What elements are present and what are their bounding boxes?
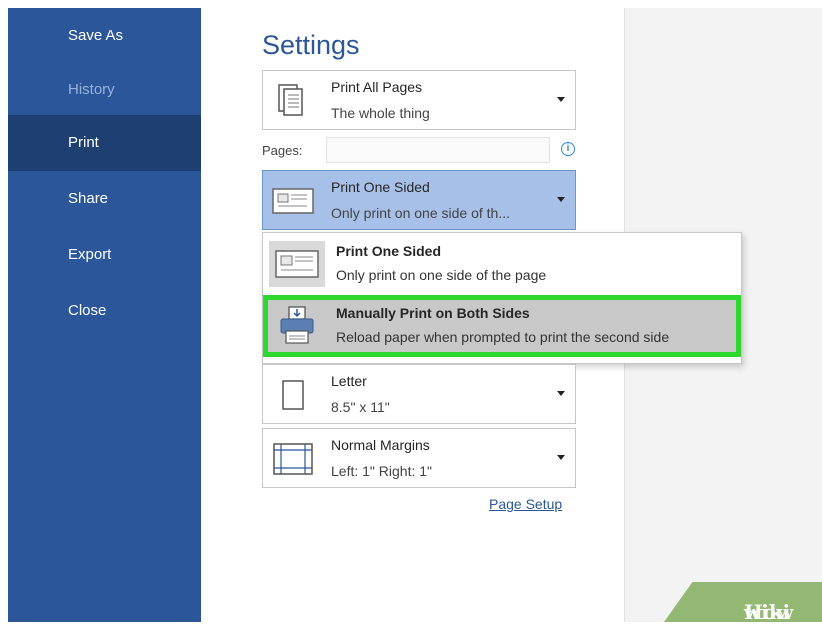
pages-label: Pages: [262, 143, 303, 158]
nav-save-as[interactable]: Save As [8, 8, 201, 64]
nav-share[interactable]: Share [8, 171, 201, 227]
margins-title: Normal Margins [331, 437, 430, 453]
option-subtitle: Only print on one side of the page [336, 267, 547, 283]
paper-size-title: Letter [331, 373, 367, 389]
caret-down-icon [557, 97, 565, 102]
paper-icon [269, 375, 317, 415]
caret-down-icon [557, 391, 565, 396]
info-icon[interactable]: i [561, 142, 575, 156]
nav-history[interactable]: History [8, 62, 201, 118]
printer-duplex-icon [269, 303, 325, 349]
margins-dropdown[interactable]: Normal Margins Left: 1" Right: 1" [262, 428, 576, 488]
margins-icon [269, 439, 317, 479]
caret-down-icon [557, 455, 565, 460]
pages-range-subtitle: The whole thing [331, 105, 430, 121]
page-setup-link[interactable]: Page Setup [489, 496, 562, 512]
nav-print[interactable]: Print [8, 115, 201, 171]
menu-option-manual-duplex[interactable]: Manually Print on Both Sides Reload pape… [263, 295, 741, 357]
pages-icon [269, 81, 317, 121]
option-title: Print One Sided [336, 243, 442, 259]
margins-subtitle: Left: 1" Right: 1" [331, 463, 432, 479]
option-title: Manually Print on Both Sides [336, 305, 530, 321]
one-sided-icon [269, 181, 317, 221]
option-subtitle: Reload paper when prompted to print the … [336, 329, 670, 345]
pages-range-title: Print All Pages [331, 79, 423, 95]
paper-size-dropdown[interactable]: Letter 8.5" x 11" [262, 364, 576, 424]
nav-export[interactable]: Export [8, 227, 201, 283]
sides-title: Print One Sided [331, 179, 430, 195]
one-sided-icon [269, 241, 325, 287]
backstage-sidebar: Save As History Print Share Export Close [8, 8, 201, 622]
menu-option-one-sided[interactable]: Print One Sided Only print on one side o… [263, 233, 741, 295]
pages-input[interactable] [326, 137, 550, 163]
paper-size-subtitle: 8.5" x 11" [331, 399, 390, 415]
pages-range-dropdown[interactable]: Print All Pages The whole thing [262, 70, 576, 130]
nav-close[interactable]: Close [8, 283, 201, 339]
settings-heading: Settings [262, 30, 360, 60]
caret-down-icon [557, 197, 565, 202]
sides-subtitle: Only print on one side of th... [331, 205, 510, 221]
sides-dropdown[interactable]: Print One Sided Only print on one side o… [262, 170, 576, 230]
sides-menu: Print One Sided Only print on one side o… [262, 232, 742, 364]
